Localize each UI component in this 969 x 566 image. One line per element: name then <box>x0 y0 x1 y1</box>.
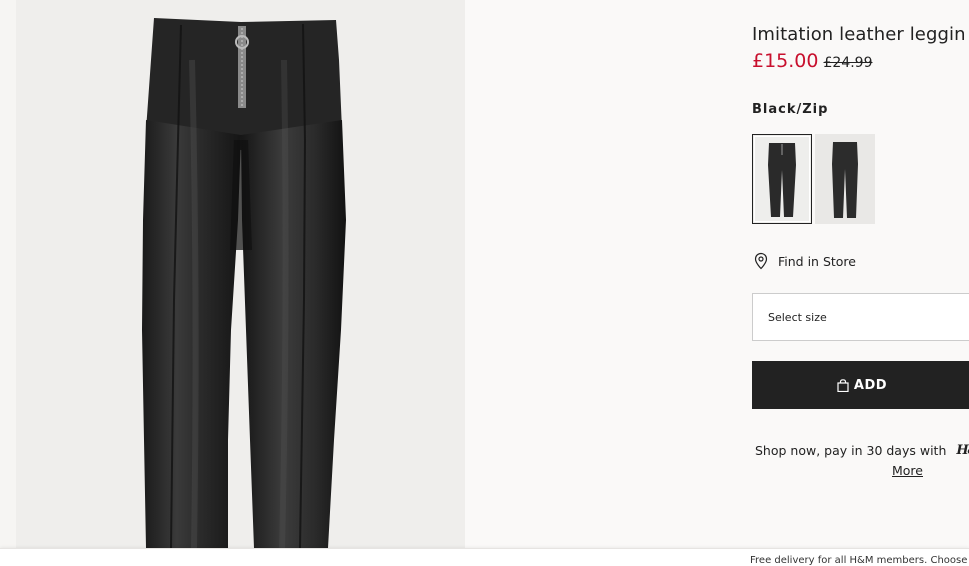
more-info-link[interactable]: More <box>892 463 923 478</box>
color-swatch-black[interactable] <box>815 134 875 224</box>
price-row: £15.00 £24.99 <box>752 50 872 72</box>
product-title: Imitation leather leggin <box>752 24 966 45</box>
find-in-store-link[interactable]: Find in Store <box>752 252 856 270</box>
delivery-banner-text: Free delivery for all H&M members. Choos… <box>750 555 969 566</box>
swatch-thumbnail-image <box>832 142 858 218</box>
sale-price: £15.00 <box>752 50 819 72</box>
map-pin-icon <box>754 252 768 270</box>
size-selector-placeholder: Select size <box>768 310 827 324</box>
pay-later-text: Shop now, pay in 30 days with <box>755 443 947 458</box>
page-left-margin <box>0 0 16 548</box>
hm-logo: H&M <box>956 443 969 458</box>
find-in-store-label: Find in Store <box>778 253 856 269</box>
size-selector[interactable]: Select size <box>752 293 969 341</box>
original-price: £24.99 <box>823 55 873 71</box>
selected-color-name: Black/Zip <box>752 102 829 117</box>
add-to-bag-button[interactable]: ADD <box>752 361 969 409</box>
leggings-illustration <box>142 18 346 548</box>
shopping-bag-icon <box>837 378 849 392</box>
pay-later-promo: Shop now, pay in 30 days with H&M × <box>755 443 969 458</box>
product-main-image[interactable] <box>16 0 465 548</box>
swatch-thumbnail-image <box>768 143 796 217</box>
add-button-label: ADD <box>853 377 888 393</box>
product-details-panel: Imitation leather leggin £15.00 £24.99 Bl… <box>752 0 969 548</box>
color-swatch-black-zip[interactable] <box>752 134 812 224</box>
delivery-banner: Free delivery for all H&M members. Choos… <box>0 548 969 566</box>
